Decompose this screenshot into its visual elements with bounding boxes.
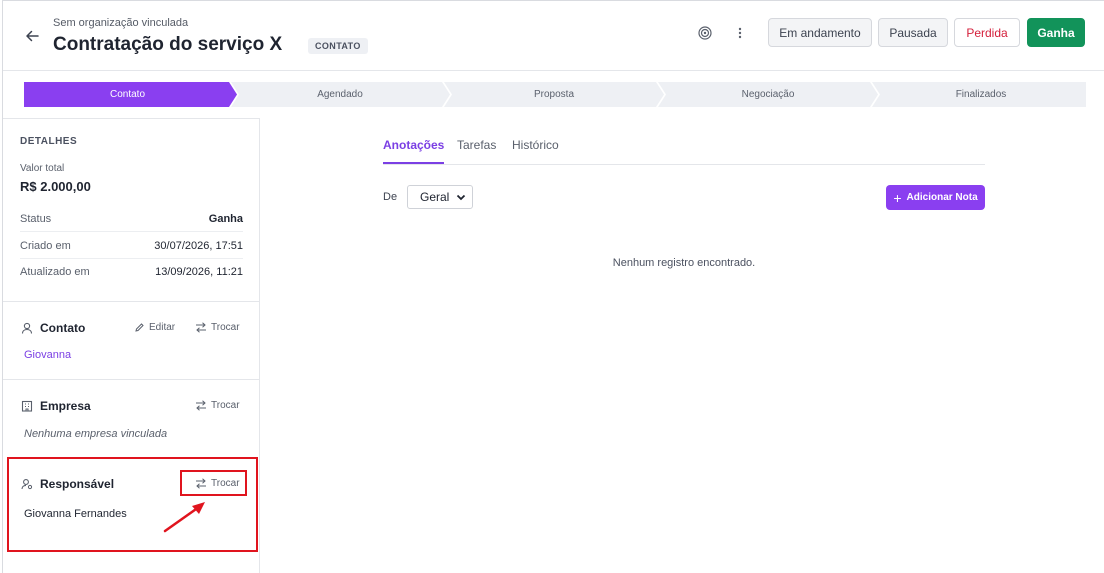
- edit-label: Editar: [149, 322, 176, 333]
- detail-value: 13/09/2026, 11:21: [155, 266, 243, 278]
- chevron-down-icon: [456, 194, 466, 201]
- swap-contact-button[interactable]: Trocar: [195, 322, 240, 333]
- swap-label: Trocar: [211, 322, 240, 333]
- detail-row: Atualizado em 13/09/2026, 11:21: [20, 259, 243, 285]
- tab-historico[interactable]: Histórico: [512, 138, 559, 164]
- stage-negociacao[interactable]: Negociação: [662, 82, 874, 107]
- lost-button[interactable]: Perdida: [954, 18, 1020, 47]
- add-note-label: Adicionar Nota: [906, 192, 978, 203]
- building-icon: [20, 399, 34, 413]
- user-icon: [20, 321, 34, 335]
- highlight-swap-box: [180, 470, 247, 496]
- swap-label: Trocar: [211, 400, 240, 411]
- edit-contact-button[interactable]: Editar: [134, 322, 175, 333]
- swap-company-button[interactable]: Trocar: [195, 400, 240, 411]
- detail-value: Ganha: [208, 212, 243, 225]
- pencil-icon: [135, 323, 144, 332]
- company-empty-text: Nenhuma empresa vinculada: [24, 428, 168, 440]
- total-label: Valor total: [20, 163, 65, 174]
- stage-agendado[interactable]: Agendado: [234, 82, 446, 107]
- detail-label: Criado em: [20, 239, 71, 252]
- filter-select[interactable]: Geral: [407, 185, 473, 209]
- organization-label: Sem organização vinculada: [53, 17, 189, 29]
- back-arrow-icon[interactable]: [23, 27, 41, 45]
- detail-label: Status: [20, 212, 52, 225]
- company-title: Empresa: [40, 399, 91, 413]
- contact-name-link[interactable]: Giovanna: [24, 349, 71, 361]
- target-icon[interactable]: [695, 23, 715, 43]
- tab-anotacoes[interactable]: Anotações: [383, 138, 445, 164]
- details-title: DETALHES: [20, 136, 78, 147]
- swap-icon: [196, 322, 206, 333]
- total-value: R$ 2.000,00: [20, 179, 91, 194]
- tab-tarefas[interactable]: Tarefas: [457, 138, 496, 164]
- add-note-button[interactable]: + Adicionar Nota: [886, 185, 985, 210]
- stage-badge: CONTATO: [308, 38, 368, 54]
- plus-icon: +: [893, 189, 902, 206]
- detail-value: 30/07/2026, 17:51: [154, 239, 243, 252]
- swap-icon: [196, 400, 206, 411]
- contact-title: Contato: [40, 321, 86, 335]
- won-button[interactable]: Ganha: [1027, 18, 1085, 47]
- stage-finalizados[interactable]: Finalizados: [876, 82, 1086, 107]
- content-tabs: Anotações Tarefas Histórico: [383, 129, 985, 165]
- section-divider: [3, 301, 260, 302]
- page-title: Contratação do serviço X: [53, 34, 283, 55]
- pipeline-stages: Contato Agendado Proposta Negociação Fin…: [24, 82, 1086, 107]
- in-progress-button[interactable]: Em andamento: [768, 18, 872, 47]
- annotation-arrow-icon: [163, 502, 205, 533]
- filter-value: Geral: [420, 190, 450, 204]
- detail-row: Criado em 30/07/2026, 17:51: [20, 233, 243, 259]
- detail-row: Status Ganha: [20, 206, 243, 232]
- filter-label: De: [383, 191, 398, 203]
- deal-header: Sem organização vinculada Contratação do…: [3, 1, 1104, 71]
- more-options-icon[interactable]: [730, 23, 750, 43]
- section-divider: [3, 379, 260, 380]
- paused-button[interactable]: Pausada: [878, 18, 948, 47]
- detail-label: Atualizado em: [20, 266, 90, 278]
- stage-proposta[interactable]: Proposta: [448, 82, 660, 107]
- app-frame: Sem organização vinculada Contratação do…: [2, 0, 1104, 573]
- stage-contato[interactable]: Contato: [24, 82, 231, 107]
- empty-state-message: Nenhum registro encontrado.: [612, 257, 756, 269]
